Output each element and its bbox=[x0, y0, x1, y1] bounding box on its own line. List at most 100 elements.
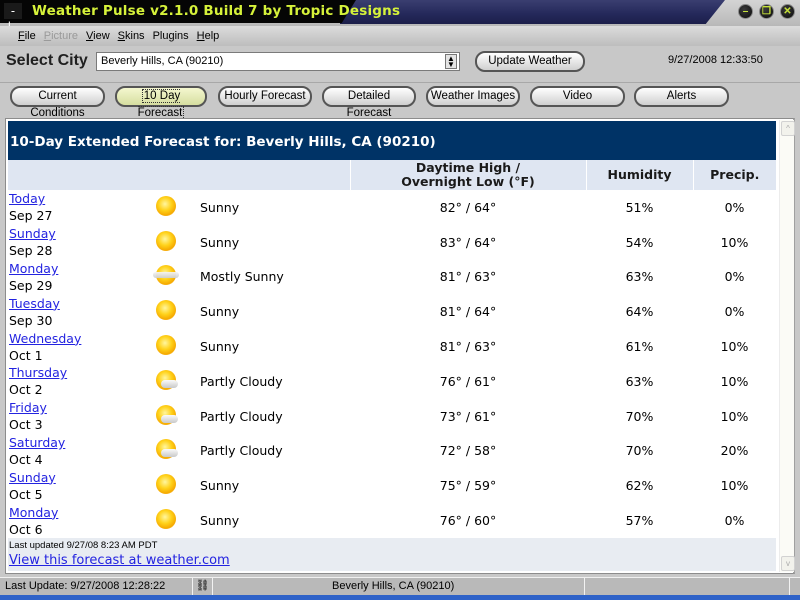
header-temp-line2: Overnight Low (°F) bbox=[401, 174, 535, 189]
menu-picture[interactable]: Picture bbox=[44, 30, 78, 42]
close-button[interactable]: ✕ bbox=[780, 4, 795, 19]
day-link[interactable]: Thursday bbox=[9, 364, 138, 381]
title-bar[interactable]: -|- Weather Pulse v2.1.0 Build 7 by Trop… bbox=[0, 0, 800, 34]
humidity: 63% bbox=[625, 269, 654, 285]
header-blank bbox=[8, 160, 350, 190]
day-link[interactable]: Friday bbox=[9, 399, 138, 416]
menu-view[interactable]: View bbox=[86, 30, 110, 42]
scroll-down-button[interactable]: v bbox=[781, 556, 795, 571]
humidity: 51% bbox=[625, 199, 654, 215]
day-date: Oct 4 bbox=[9, 451, 43, 467]
day-link[interactable]: Sunday bbox=[9, 225, 138, 242]
menu-skins[interactable]: Skins bbox=[118, 30, 145, 42]
precipitation: 10% bbox=[720, 234, 749, 250]
tab-video[interactable]: Video bbox=[530, 86, 625, 107]
temperature: 81° / 63° bbox=[439, 339, 497, 355]
app-icon[interactable]: -|- bbox=[4, 3, 22, 34]
day-cell: Thursday Oct 2 bbox=[8, 364, 138, 399]
window-title: Weather Pulse v2.1.0 Build 7 by Tropic D… bbox=[32, 3, 401, 19]
forecast-row: Tuesday Sep 30 Sunny 81° / 64° 64% 0% bbox=[8, 294, 776, 329]
icon-cell bbox=[138, 329, 194, 364]
tab-label: Hourly Forecast bbox=[224, 90, 306, 102]
menu-help[interactable]: Help bbox=[197, 30, 220, 42]
tab-label: Current Conditions bbox=[30, 90, 85, 119]
city-dropdown[interactable]: Beverly Hills, CA (90210) ▲ ▼ bbox=[96, 52, 460, 71]
table-header-row: Daytime High / Overnight Low (°F) Humidi… bbox=[8, 160, 776, 190]
day-cell: Saturday Oct 4 bbox=[8, 434, 138, 469]
day-cell: Wednesday Oct 1 bbox=[8, 329, 138, 364]
humidity: 62% bbox=[625, 478, 654, 494]
condition: Mostly Sunny bbox=[200, 269, 284, 285]
forecast-row: Monday Sep 29 Mostly Sunny 81° / 63° 63% 0% bbox=[8, 260, 776, 295]
header-humidity: Humidity bbox=[585, 160, 693, 190]
status-bar: Last Update: 9/27/2008 12:28:22 ⛓ Beverl… bbox=[0, 577, 800, 595]
condition: Partly Cloudy bbox=[200, 373, 283, 389]
day-link[interactable]: Wednesday bbox=[9, 330, 138, 347]
forecast-heading: 10-Day Extended Forecast for: Beverly Hi… bbox=[8, 121, 776, 160]
day-date: Sep 30 bbox=[9, 312, 53, 328]
dropdown-spinner-icon[interactable]: ▲ ▼ bbox=[445, 54, 457, 69]
tab-alerts[interactable]: Alerts bbox=[634, 86, 729, 107]
tab-weather-images[interactable]: Weather Images bbox=[426, 86, 520, 107]
forecast-row: Monday Oct 6 Sunny 76° / 60° 57% 0% bbox=[8, 503, 776, 538]
day-link[interactable]: Monday bbox=[9, 260, 138, 277]
weather-com-link[interactable]: View this forecast at weather.com bbox=[9, 553, 230, 568]
temperature: 72° / 58° bbox=[439, 443, 497, 459]
icon-cell bbox=[138, 364, 194, 399]
sunny-icon bbox=[153, 472, 179, 496]
day-date: Oct 1 bbox=[9, 347, 43, 363]
day-link[interactable]: Today bbox=[9, 190, 138, 207]
menu-plugins[interactable]: Plugins bbox=[153, 30, 189, 42]
vertical-scrollbar[interactable]: ^ v bbox=[779, 120, 795, 572]
sunny-icon bbox=[153, 507, 179, 531]
select-city-label: Select City bbox=[6, 52, 88, 69]
day-link[interactable]: Saturday bbox=[9, 434, 138, 451]
connection-icon[interactable]: ⛓ bbox=[193, 578, 213, 595]
minimize-button[interactable]: – bbox=[738, 4, 753, 19]
update-weather-button[interactable]: Update Weather bbox=[475, 51, 585, 72]
menu-file[interactable]: File bbox=[18, 30, 36, 42]
condition: Partly Cloudy bbox=[200, 408, 283, 424]
scroll-up-button[interactable]: ^ bbox=[781, 121, 795, 136]
city-selection-bar: Select City Beverly Hills, CA (90210) ▲ ▼… bbox=[0, 48, 800, 78]
temperature: 82° / 64° bbox=[439, 199, 497, 215]
temperature: 76° / 60° bbox=[439, 513, 497, 529]
day-link[interactable]: Monday bbox=[9, 504, 138, 521]
condition: Sunny bbox=[200, 234, 240, 250]
temperature: 81° / 64° bbox=[439, 304, 497, 320]
sunny-icon bbox=[153, 229, 179, 253]
forecast-row: Sunday Sep 28 Sunny 83° / 64° 54% 10% bbox=[8, 225, 776, 260]
status-extra bbox=[585, 578, 790, 595]
restore-button[interactable]: ❐ bbox=[759, 4, 774, 19]
tab-10-day-forecast[interactable]: 10 Day Forecast bbox=[115, 86, 207, 120]
condition: Sunny bbox=[200, 304, 240, 320]
tab-current-conditions[interactable]: Current Conditions bbox=[10, 86, 105, 119]
forecast-row: Thursday Oct 2 Partly Cloudy 76° / 61° 63% 10… bbox=[8, 364, 776, 399]
tab-detailed-forecast[interactable]: Detailed Forecast bbox=[322, 86, 416, 119]
precipitation: 10% bbox=[720, 339, 749, 355]
forecast-row: Today Sep 27 Sunny 82° / 64° 51% 0% bbox=[8, 190, 776, 225]
day-cell: Tuesday Sep 30 bbox=[8, 294, 138, 329]
day-link[interactable]: Sunday bbox=[9, 469, 138, 486]
status-last-update: Last Update: 9/27/2008 12:28:22 bbox=[0, 578, 193, 595]
humidity: 57% bbox=[625, 513, 654, 529]
tab-hourly-forecast[interactable]: Hourly Forecast bbox=[218, 86, 312, 107]
forecast-row: Wednesday Oct 1 Sunny 81° / 63° 61% 10% bbox=[8, 329, 776, 364]
precipitation: 0% bbox=[724, 269, 745, 285]
condition: Sunny bbox=[200, 199, 240, 215]
precipitation: 0% bbox=[724, 199, 745, 215]
humidity: 70% bbox=[625, 408, 654, 424]
tab-label: Detailed Forecast bbox=[346, 90, 392, 119]
menu-bar: File Picture View Skins Plugins Help bbox=[0, 26, 800, 46]
forecast-table: Daytime High / Overnight Low (°F) Humidi… bbox=[8, 160, 776, 538]
day-date: Oct 2 bbox=[9, 382, 43, 398]
temperature: 73° / 61° bbox=[439, 408, 497, 424]
humidity: 70% bbox=[625, 443, 654, 459]
tab-label: Video bbox=[562, 90, 593, 102]
forecast-footer: Last updated 9/27/08 8:23 AM PDT View th… bbox=[8, 537, 776, 571]
precipitation: 0% bbox=[724, 513, 745, 529]
day-date: Oct 5 bbox=[9, 486, 43, 502]
day-link[interactable]: Tuesday bbox=[9, 295, 138, 312]
mostly-sunny-icon bbox=[153, 263, 179, 287]
city-dropdown-value: Beverly Hills, CA (90210) bbox=[101, 55, 224, 67]
